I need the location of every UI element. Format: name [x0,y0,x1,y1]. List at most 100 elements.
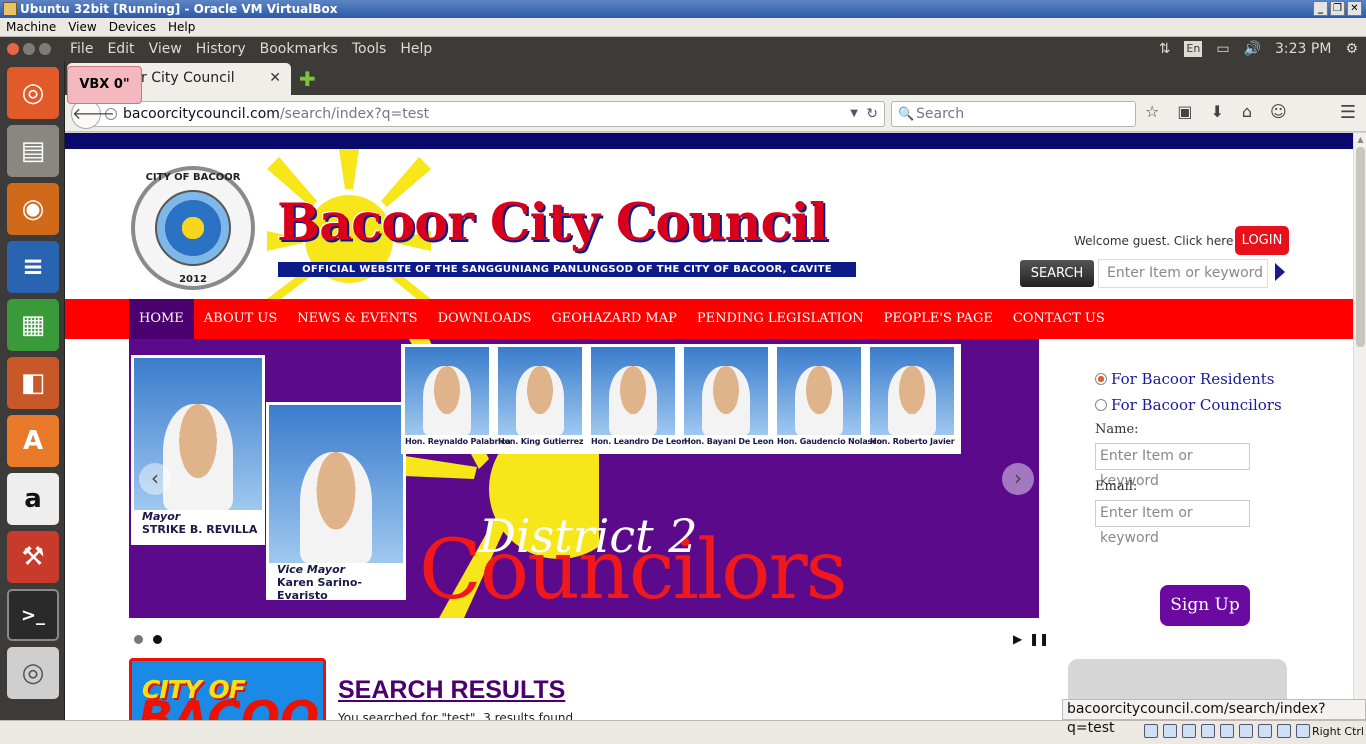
top-strip [65,133,1353,149]
sign-up-button[interactable]: Sign Up [1160,585,1250,626]
slider-prev-button[interactable]: ‹ [139,463,171,495]
site-title-banner: Bacoor City Council [277,193,862,253]
hdd-icon[interactable] [1144,724,1158,738]
url-dropdown-icon[interactable]: ▼ [850,102,858,126]
menu-machine[interactable]: Machine [0,18,62,36]
browser-search-input[interactable]: 🔍 Search [891,101,1136,127]
subscribe-panel: For Bacoor Residents For Bacoor Councilo… [1095,370,1295,546]
ubuntu-icon[interactable]: ◎ [7,67,59,119]
network-icon[interactable]: ⇅ [1159,37,1171,61]
scroll-up-icon[interactable]: ▲ [1356,135,1365,144]
slider-dot-active[interactable] [153,635,162,644]
nav-contact-us[interactable]: CONTACT US [1003,299,1115,339]
menu-tools[interactable]: Tools [352,37,387,61]
email-field[interactable]: Enter Item or keyword [1095,500,1250,546]
battery-icon[interactable]: ▭ [1216,37,1229,61]
cpu-icon[interactable] [1277,724,1291,738]
window-close-icon[interactable] [7,43,19,55]
nav-about-us[interactable]: ABOUT US [194,299,287,339]
name-field[interactable]: Enter Item or keyword [1095,443,1250,489]
reload-icon[interactable]: ↻ [866,102,878,126]
slider-next-button[interactable]: › [1002,463,1034,495]
councilor-name: Hon. Leandro De Leon [591,437,687,446]
scrollbar-thumb[interactable] [1356,147,1365,347]
site-search-input[interactable]: Enter Item or keyword [1098,259,1268,288]
chat-icon[interactable]: ☺ [1270,102,1287,121]
usb-icon[interactable] [1182,724,1196,738]
nav-peoples-page[interactable]: PEOPLE'S PAGE [874,299,1003,339]
site-search-button[interactable]: SEARCH [1020,260,1094,287]
vbx-overlay-badge: VBX 0" [67,66,142,104]
volume-icon[interactable]: 🔊 [1244,37,1261,61]
new-tab-button[interactable]: ✚ [299,67,316,91]
close-button[interactable]: ✕ [1347,1,1362,16]
mouse-integration-icon[interactable] [1296,724,1310,738]
councilor-card: Hon. Roberto Javier [870,347,955,451]
cd-icon[interactable] [1163,724,1177,738]
menu-view[interactable]: View [149,37,182,61]
tab-close-icon[interactable]: ✕ [269,63,281,93]
menu-file[interactable]: File [70,37,93,61]
play-icon[interactable]: ▶ [1013,632,1022,646]
nav-home[interactable]: HOME [129,299,194,339]
dvd-icon[interactable]: ◎ [7,647,59,699]
writer-icon[interactable]: ≡ [7,241,59,293]
window-minimize-icon[interactable] [23,43,35,55]
clock[interactable]: 3:23 PM [1275,37,1331,61]
radio-selected-icon[interactable] [1095,373,1107,385]
display-icon[interactable] [1239,724,1253,738]
councilor-card: Hon. Leandro De Leon [591,347,687,451]
menu-edit[interactable]: Edit [107,37,134,61]
recording-icon[interactable] [1258,724,1272,738]
calc-icon[interactable]: ▦ [7,299,59,351]
url-bar[interactable]: bacoorcitycouncil.com/search/index?q=tes… [93,101,885,127]
power-icon[interactable]: ⚙ [1345,37,1358,61]
slider-dot[interactable] [134,635,143,644]
main-navigation: HOME ABOUT US NEWS & EVENTS DOWNLOADS GE… [65,299,1353,339]
radio-residents[interactable]: For Bacoor Residents [1095,370,1295,388]
city-seal-logo[interactable]: CITY OF BACOOR 2012 [131,166,255,290]
nav-pending-legislation[interactable]: PENDING LEGISLATION [687,299,874,339]
restore-button[interactable]: ❐ [1330,1,1345,16]
amazon-icon[interactable]: a [7,473,59,525]
settings-icon[interactable]: ⚒ [7,531,59,583]
search-arrow-icon[interactable] [1275,263,1285,281]
seal-top-text: CITY OF BACOOR [145,172,241,183]
seal-year: 2012 [179,274,207,285]
pause-icon[interactable]: ❚❚ [1029,632,1049,646]
councilor-photo [591,347,675,435]
home-icon[interactable]: ⌂ [1242,102,1252,121]
firefox-icon[interactable]: ◉ [7,183,59,235]
reading-list-icon[interactable]: ▣ [1177,102,1192,121]
network-adapter-icon[interactable] [1220,724,1234,738]
nav-geohazard-map[interactable]: GEOHAZARD MAP [541,299,686,339]
menu-help[interactable]: Help [400,37,432,61]
vice-mayor-name: Karen Sarino-Evaristo [277,576,362,602]
keyboard-layout-indicator[interactable]: En [1184,41,1203,57]
virtualbox-status-bar: Right Ctrl [0,720,1366,744]
menu-bookmarks[interactable]: Bookmarks [260,37,338,61]
shared-folder-icon[interactable] [1201,724,1215,738]
login-button[interactable]: LOGIN [1235,226,1289,255]
vertical-scrollbar[interactable]: ▲ [1353,133,1366,720]
menu-view[interactable]: View [62,18,102,36]
impress-icon[interactable]: ◧ [7,357,59,409]
nav-downloads[interactable]: DOWNLOADS [428,299,542,339]
virtualbox-menu-bar: Machine View Devices Help [0,18,1366,37]
software-center-icon[interactable]: A [7,415,59,467]
bookmark-star-icon[interactable]: ☆ [1145,102,1159,121]
menu-devices[interactable]: Devices [103,18,162,36]
councilor-name: Hon. Reynaldo Palabrica [405,437,511,446]
files-icon[interactable]: ▤ [7,125,59,177]
downloads-icon[interactable]: ⬇ [1210,102,1223,121]
menu-help[interactable]: Help [162,18,201,36]
nav-news-events[interactable]: NEWS & EVENTS [287,299,427,339]
terminal-icon[interactable]: >_ [7,589,59,641]
menu-history[interactable]: History [196,37,246,61]
radio-councilors[interactable]: For Bacoor Councilors [1095,396,1295,414]
city-of-bacoor-logo[interactable]: BACOOR CITY OF [129,658,326,720]
radio-empty-icon[interactable] [1095,399,1107,411]
window-maximize-icon[interactable] [39,43,51,55]
hamburger-menu-icon[interactable]: ☰ [1340,102,1356,123]
minimize-button[interactable]: _ [1313,1,1328,16]
